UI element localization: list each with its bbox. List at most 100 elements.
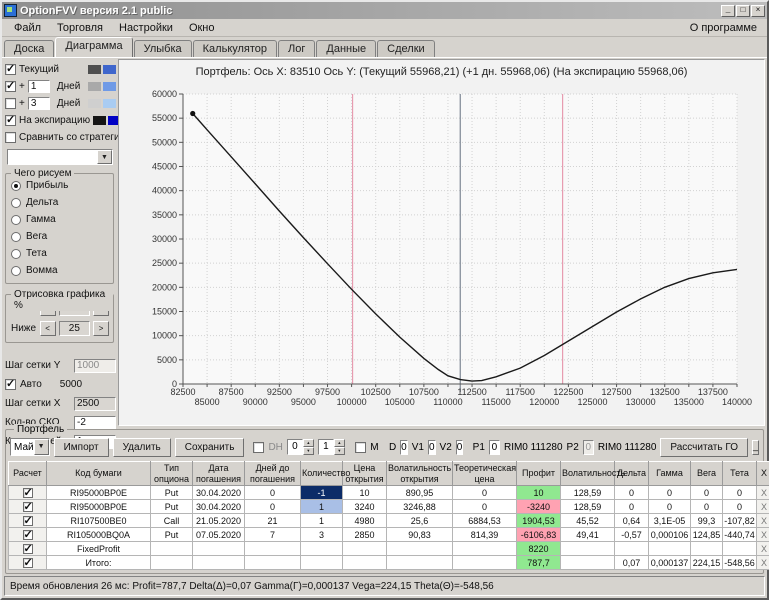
cell-4-11[interactable]: [649, 542, 691, 556]
cell-5-7[interactable]: [453, 556, 517, 570]
cell-3-13[interactable]: -440,74: [723, 528, 757, 542]
dh-checkbox[interactable]: [253, 442, 264, 453]
cell-0-5[interactable]: 10: [343, 486, 387, 500]
plus3-days-checkbox[interactable]: [5, 98, 16, 109]
cell-1-13[interactable]: 0: [723, 500, 757, 514]
menu-item-3[interactable]: Окно: [181, 21, 223, 35]
plus3-days-color-swatch-1[interactable]: [103, 99, 116, 108]
row-delete-button[interactable]: X: [757, 514, 769, 528]
col-header-10[interactable]: Волатильность: [561, 462, 615, 486]
cell-5-6[interactable]: [387, 556, 453, 570]
cell-0-3[interactable]: 0: [245, 486, 301, 500]
decrease-button[interactable]: <: [40, 321, 56, 336]
cell-0-11[interactable]: 0: [649, 486, 691, 500]
cell-2-5[interactable]: 4980: [343, 514, 387, 528]
tab-диаграмма[interactable]: Диаграмма: [55, 37, 132, 57]
cell-3-3[interactable]: 7: [245, 528, 301, 542]
cell-4-1[interactable]: [151, 542, 193, 556]
v1-field[interactable]: 0: [428, 440, 436, 455]
cell-1-5[interactable]: 3240: [343, 500, 387, 514]
plus1-days-color-swatch-1[interactable]: [103, 82, 116, 91]
cell-4-2[interactable]: [193, 542, 245, 556]
cell-0-4[interactable]: -1: [301, 486, 343, 500]
delete-button[interactable]: Удалить: [113, 438, 171, 457]
cell-3-10[interactable]: -0,57: [615, 528, 649, 542]
cell-3-4[interactable]: 3: [301, 528, 343, 542]
cell-3-5[interactable]: 2850: [343, 528, 387, 542]
cell-1-8[interactable]: -3240: [517, 500, 561, 514]
maximize-button[interactable]: □: [736, 5, 750, 17]
col-header-6[interactable]: Цена открытия: [343, 462, 387, 486]
expiration-color-swatch-0[interactable]: [93, 116, 106, 125]
cell-5-12[interactable]: 224,15: [691, 556, 723, 570]
cell-1-2[interactable]: 30.04.2020: [193, 500, 245, 514]
cell-4-12[interactable]: [691, 542, 723, 556]
cell-1-3[interactable]: 0: [245, 500, 301, 514]
row-calc-checkbox[interactable]: [23, 516, 33, 526]
cell-4-4[interactable]: [301, 542, 343, 556]
cell-5-9[interactable]: [561, 556, 615, 570]
save-button[interactable]: Сохранить: [175, 438, 245, 457]
cell-3-8[interactable]: -6106,83: [517, 528, 561, 542]
cell-4-9[interactable]: [561, 542, 615, 556]
col-header-0[interactable]: Расчет: [9, 462, 47, 486]
cell-0-6[interactable]: 890,95: [387, 486, 453, 500]
cell-2-12[interactable]: 99,3: [691, 514, 723, 528]
cell-2-0[interactable]: RI107500BE0: [47, 514, 151, 528]
cell-4-7[interactable]: [453, 542, 517, 556]
cell-2-6[interactable]: 25,6: [387, 514, 453, 528]
row-calc-checkbox[interactable]: [23, 544, 33, 554]
draw-option-вега[interactable]: Вега: [11, 228, 109, 245]
cell-1-12[interactable]: 0: [691, 500, 723, 514]
cell-5-8[interactable]: 787,7: [517, 556, 561, 570]
cell-5-3[interactable]: [245, 556, 301, 570]
tab-доска[interactable]: Доска: [4, 40, 54, 57]
cell-5-11[interactable]: 0,000137: [649, 556, 691, 570]
cell-4-3[interactable]: [245, 542, 301, 556]
grid-step-x-field[interactable]: 2500: [74, 397, 116, 411]
current-color-swatch-1[interactable]: [103, 65, 116, 74]
col-header-2[interactable]: Тип опциона: [151, 462, 193, 486]
plus3-days-color-swatch-0[interactable]: [88, 99, 101, 108]
row-calc-checkbox[interactable]: [23, 502, 33, 512]
draw-option-прибыль[interactable]: Прибыль: [11, 177, 109, 194]
cell-5-1[interactable]: [151, 556, 193, 570]
cell-0-13[interactable]: 0: [723, 486, 757, 500]
cell-2-2[interactable]: 21.05.2020: [193, 514, 245, 528]
cell-3-0[interactable]: RI105000BQ0A: [47, 528, 151, 542]
plus3-days-field[interactable]: 3: [28, 97, 50, 110]
cell-3-12[interactable]: 124,85: [691, 528, 723, 542]
plus1-days-color-swatch-0[interactable]: [88, 82, 101, 91]
dh-spinner-2[interactable]: 1 ▲▼: [318, 439, 345, 455]
menu-item-2[interactable]: Настройки: [111, 21, 181, 35]
cell-4-0[interactable]: FixedProfit: [47, 542, 151, 556]
col-header-1[interactable]: Код бумаги: [47, 462, 151, 486]
cell-1-1[interactable]: Put: [151, 500, 193, 514]
cell-0-7[interactable]: 0: [453, 486, 517, 500]
cell-0-0[interactable]: RI95000BP0E: [47, 486, 151, 500]
cell-3-11[interactable]: 0,000106: [649, 528, 691, 542]
cell-0-8[interactable]: 10: [517, 486, 561, 500]
cell-0-1[interactable]: Put: [151, 486, 193, 500]
cell-1-11[interactable]: 0: [649, 500, 691, 514]
col-header-8[interactable]: Теоретическая цена: [453, 462, 517, 486]
collapse-button[interactable]: _: [752, 440, 759, 455]
cell-3-6[interactable]: 90,83: [387, 528, 453, 542]
cell-4-13[interactable]: [723, 542, 757, 556]
minimize-button[interactable]: _: [721, 5, 735, 17]
d-field[interactable]: 0: [400, 440, 408, 455]
tab-сделки[interactable]: Сделки: [377, 40, 435, 57]
tab-данные[interactable]: Данные: [316, 40, 376, 57]
dh-spinner-1[interactable]: 0 ▲▼: [287, 439, 314, 455]
import-button[interactable]: Импорт: [54, 438, 109, 457]
menu-item-1[interactable]: Торговля: [49, 21, 111, 35]
month-combobox[interactable]: Май ▼: [10, 438, 50, 456]
cell-2-11[interactable]: 3,1E-05: [649, 514, 691, 528]
cell-1-9[interactable]: 128,59: [561, 500, 615, 514]
v2-field[interactable]: 0: [456, 440, 464, 455]
chevron-down-icon[interactable]: ▼: [34, 439, 49, 455]
close-button[interactable]: ×: [751, 5, 765, 17]
strategy-combobox[interactable]: ▼: [7, 149, 113, 165]
chevron-down-icon[interactable]: ▼: [97, 150, 112, 164]
calc-margin-button[interactable]: Рассчитать ГО: [660, 438, 748, 457]
